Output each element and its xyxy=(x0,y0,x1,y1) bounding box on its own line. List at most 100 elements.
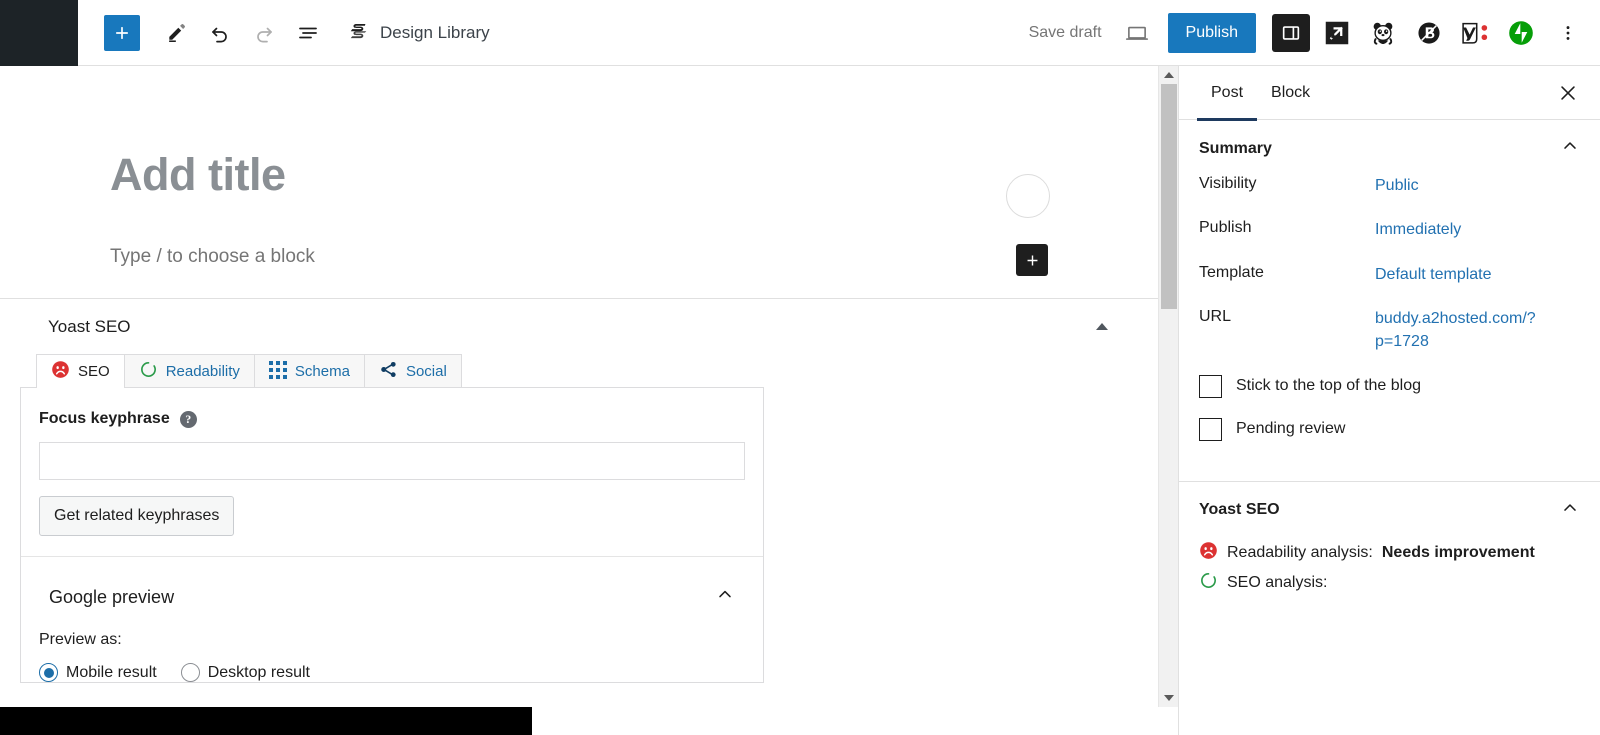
radio-mobile-icon[interactable] xyxy=(39,663,58,682)
url-value[interactable]: buddy.a2hosted.com/?p=1728 xyxy=(1375,308,1575,353)
design-library-button[interactable]: Design Library xyxy=(348,19,490,46)
editor-canvas: Add title Type / to choose a block Yoast… xyxy=(0,66,1158,735)
scroll-down-arrow-icon[interactable] xyxy=(1159,689,1179,707)
chevron-up-icon[interactable] xyxy=(1560,136,1580,161)
seo-analysis-row[interactable]: SEO analysis: xyxy=(1199,571,1580,595)
readability-analysis-row[interactable]: Readability analysis: Needs improvement xyxy=(1199,541,1580,565)
document-top: Add title Type / to choose a block xyxy=(0,66,1158,299)
redo-icon[interactable] xyxy=(242,11,286,55)
summary-row-template: Template Default template xyxy=(1199,264,1580,286)
close-icon[interactable] xyxy=(1552,77,1584,109)
yoast-sidebar-title: Yoast SEO xyxy=(1199,501,1280,519)
preview-as-radio-group: Mobile result Desktop result xyxy=(39,663,745,682)
pending-review-checkbox[interactable] xyxy=(1199,417,1222,441)
editor-toolbar: Design Library Save draft Publish xyxy=(0,0,1600,66)
yoast-tab-social[interactable]: Social xyxy=(363,354,462,388)
scroll-up-arrow-icon[interactable] xyxy=(1159,66,1179,84)
help-icon[interactable]: ? xyxy=(179,410,197,428)
design-library-label: Design Library xyxy=(380,22,490,42)
chevron-up-icon[interactable] xyxy=(1560,498,1580,523)
preview-desktop-icon[interactable] xyxy=(1114,11,1160,55)
google-preview-title: Google preview xyxy=(49,586,175,607)
summary-row-visibility: Visibility Public xyxy=(1199,175,1580,197)
list-view-icon[interactable] xyxy=(286,11,330,55)
sidebar-tab-post[interactable]: Post xyxy=(1197,66,1258,121)
get-related-keyphrases-button[interactable]: Get related keyphrases xyxy=(39,496,235,536)
yoast-metabox-header: Yoast SEO xyxy=(0,299,1158,354)
avatar-circle-icon xyxy=(1006,174,1050,218)
pending-review-checkbox-row[interactable]: Pending review xyxy=(1199,417,1580,441)
inline-block-inserter-button[interactable] xyxy=(1016,244,1048,276)
readability-spinner-icon xyxy=(139,360,158,383)
publish-label: Publish xyxy=(1199,219,1252,237)
add-block-button[interactable] xyxy=(104,14,140,51)
sticky-post-label: Stick to the top of the blog xyxy=(1236,377,1422,395)
editor-vertical-scrollbar[interactable] xyxy=(1158,66,1179,707)
post-settings-sidebar: Post Block Summary Visibility Public Pub… xyxy=(1178,66,1600,735)
template-label: Template xyxy=(1199,263,1264,281)
save-draft-button[interactable]: Save draft xyxy=(1017,24,1114,42)
arrow-box-icon[interactable] xyxy=(1318,14,1356,52)
seo-bad-face-icon xyxy=(51,360,70,383)
sidebar-tablist: Post Block xyxy=(1179,66,1600,121)
undo-icon[interactable] xyxy=(198,11,242,55)
readability-analysis-value: Needs improvement xyxy=(1381,543,1535,561)
focus-keyphrase-label-row: Focus keyphrase ? xyxy=(39,410,745,428)
preview-as-desktop-option[interactable]: Desktop result xyxy=(180,663,310,682)
post-title-input[interactable]: Add title xyxy=(110,149,286,201)
yoast-analysis-list: Readability analysis: Needs improvement … xyxy=(1179,537,1600,617)
radio-desktop-icon[interactable] xyxy=(180,663,200,682)
focus-keyphrase-section: Focus keyphrase ? Get related keyphrases xyxy=(21,388,763,557)
publish-value[interactable]: Immediately xyxy=(1375,219,1461,241)
preview-as-label: Preview as: xyxy=(39,631,122,648)
publish-button[interactable]: Publish xyxy=(1167,12,1256,53)
summary-panel-header[interactable]: Summary xyxy=(1179,120,1600,175)
google-preview-section: Google preview Preview as: Mobile result xyxy=(21,557,763,682)
yoast-tab-seo-label: SEO xyxy=(78,363,110,380)
pending-review-label: Pending review xyxy=(1236,420,1346,438)
panda-icon[interactable] xyxy=(1364,14,1402,52)
yoast-tab-schema[interactable]: Schema xyxy=(253,354,365,388)
sticky-post-checkbox-row[interactable]: Stick to the top of the blog xyxy=(1199,374,1580,398)
schema-grid-icon xyxy=(268,360,287,383)
tools-pencil-icon[interactable] xyxy=(154,11,198,55)
summary-row-publish: Publish Immediately xyxy=(1199,219,1580,241)
yoast-tab-readability[interactable]: Readability xyxy=(123,354,255,388)
yoast-tab-schema-label: Schema xyxy=(294,363,350,380)
sticky-post-checkbox[interactable] xyxy=(1199,374,1222,398)
google-preview-header[interactable]: Google preview xyxy=(39,577,745,617)
yoast-tab-social-label: Social xyxy=(405,363,447,380)
visibility-value[interactable]: Public xyxy=(1375,175,1419,197)
preview-as-mobile-label: Mobile result xyxy=(66,663,157,681)
admin-bar-stub xyxy=(0,0,78,66)
visibility-label: Visibility xyxy=(1199,175,1257,192)
focus-keyphrase-input[interactable] xyxy=(39,442,745,480)
yoast-logo-icon[interactable] xyxy=(1456,14,1494,52)
toolbar-right-group: Save draft Publish xyxy=(1017,11,1600,55)
social-share-icon xyxy=(379,360,398,383)
yoast-tab-seo[interactable]: SEO xyxy=(36,354,125,388)
yoast-seo-metabox: Yoast SEO SEO Readability Schema Social … xyxy=(0,299,1158,684)
seo-bad-face-icon xyxy=(1199,541,1218,565)
summary-rows: Visibility Public Publish Immediately Te… xyxy=(1179,175,1600,481)
summary-panel-title: Summary xyxy=(1199,139,1272,157)
paragraph-block-placeholder[interactable]: Type / to choose a block xyxy=(110,246,315,268)
sidebar-tab-block[interactable]: Block xyxy=(1257,66,1324,120)
yoast-tab-readability-label: Readability xyxy=(165,363,240,380)
jetpack-icon[interactable] xyxy=(1502,14,1540,52)
url-label: URL xyxy=(1199,308,1232,326)
kebab-menu-icon[interactable] xyxy=(1550,13,1586,53)
settings-sidebar-icon[interactable] xyxy=(1272,13,1310,52)
focus-keyphrase-label: Focus keyphrase xyxy=(39,410,170,427)
yoast-sidebar-header[interactable]: Yoast SEO xyxy=(1179,482,1600,537)
chevron-up-icon[interactable] xyxy=(715,585,735,610)
horizontal-scrollbar-thumb[interactable] xyxy=(0,707,532,735)
yoast-sidebar-panel: Yoast SEO Readability analysis: Needs im… xyxy=(1179,482,1600,617)
scrollbar-thumb[interactable] xyxy=(1161,84,1177,309)
b-circle-icon[interactable] xyxy=(1410,14,1448,52)
preview-as-mobile-option[interactable]: Mobile result xyxy=(39,663,157,682)
readability-analysis-label: Readability analysis: xyxy=(1227,543,1373,561)
triangle-up-icon[interactable] xyxy=(1094,319,1110,335)
yoast-tablist: SEO Readability Schema Social xyxy=(0,354,1158,388)
template-value[interactable]: Default template xyxy=(1375,264,1492,286)
